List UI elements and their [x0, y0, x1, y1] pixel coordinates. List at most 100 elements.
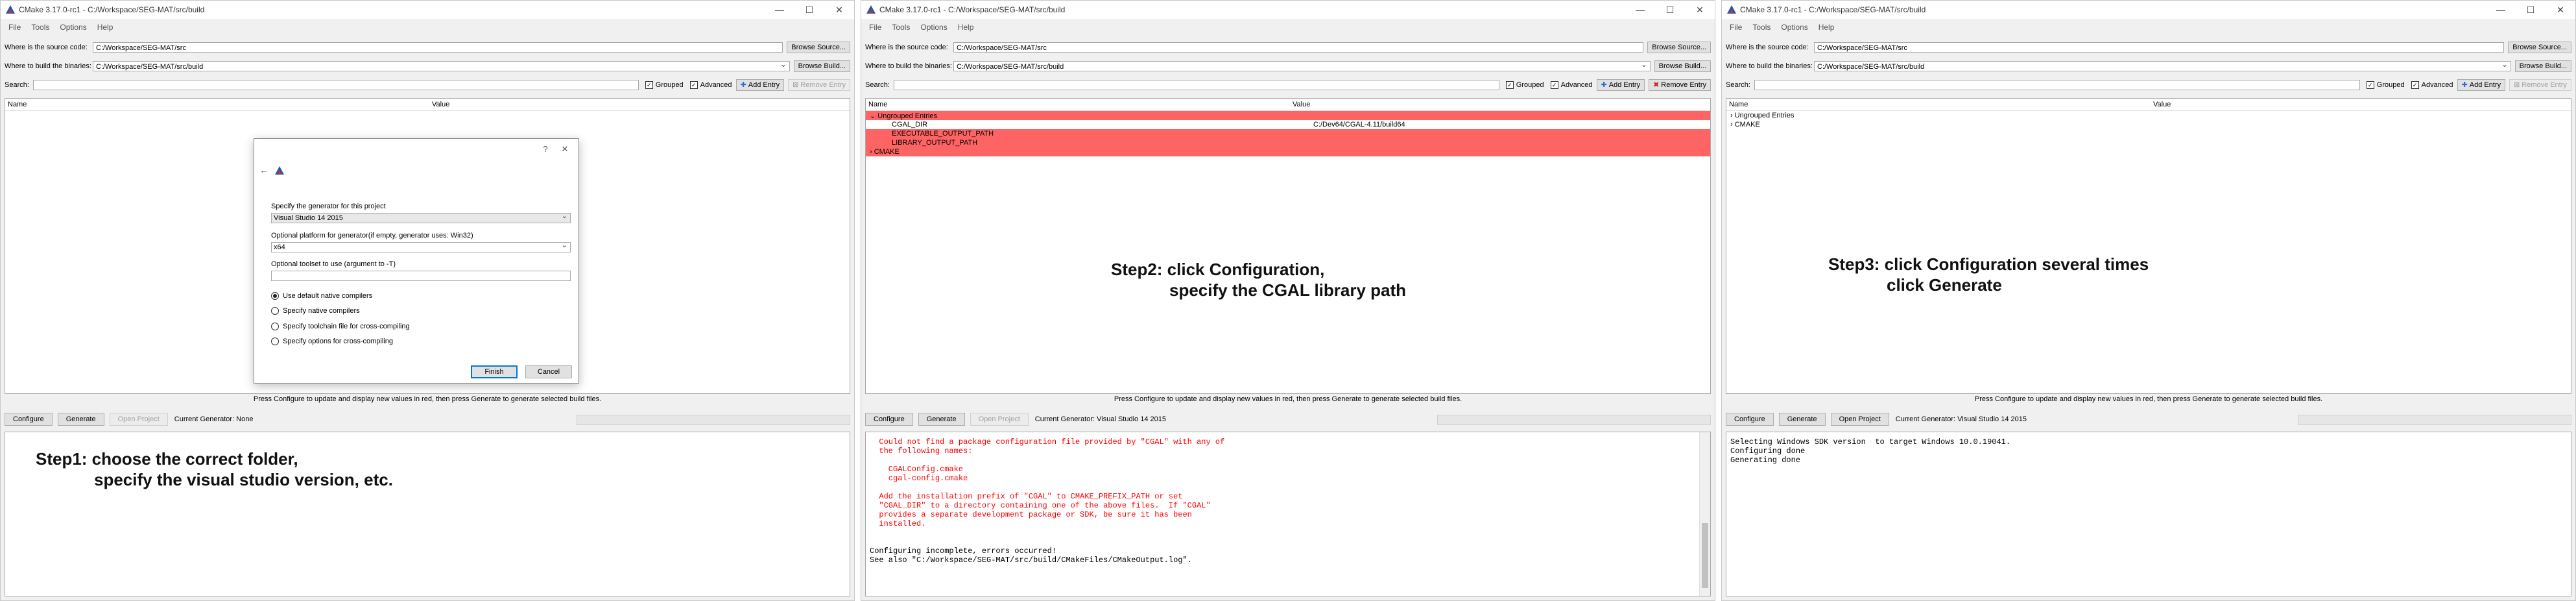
cache-tree: Name Value › Ungrouped Entries › CMAKE	[1726, 98, 2571, 394]
advanced-checkbox[interactable]: ✓ Advanced	[1550, 81, 1593, 89]
tree-row-group[interactable]: ⌄ Ungrouped Entries	[866, 111, 1710, 120]
build-path-input[interactable]: C:/Workspace/SEG-MAT/src/build	[93, 60, 790, 71]
remove-entry-button[interactable]: ✖ Remove Entry	[1649, 79, 1711, 91]
maximize-icon[interactable]: ☐	[2516, 1, 2546, 19]
advanced-checkbox[interactable]: ✓ Advanced	[2411, 81, 2453, 89]
grouped-checkbox[interactable]: ✓ Grouped	[2366, 81, 2405, 89]
checkbox-checked-icon: ✓	[645, 81, 653, 89]
open-project-button[interactable]: Open Project	[970, 413, 1029, 426]
grouped-checkbox[interactable]: ✓ Grouped	[1505, 81, 1544, 89]
search-input[interactable]	[893, 80, 1499, 90]
maximize-icon[interactable]: ☐	[794, 1, 824, 19]
output-line: Configuring done	[1730, 447, 1806, 456]
tree-row-entry[interactable]: EXECUTABLE_OUTPUT_PATH	[866, 129, 1710, 138]
configure-button[interactable]: Configure	[1726, 413, 1774, 426]
open-project-button[interactable]: Open Project	[109, 413, 168, 426]
search-input[interactable]	[1754, 80, 2360, 90]
column-name[interactable]: Name	[1726, 101, 2151, 108]
source-path-input[interactable]: C:/Workspace/SEG-MAT/src	[93, 42, 783, 53]
add-entry-button[interactable]: ✚ Add Entry	[735, 79, 785, 91]
grouped-checkbox[interactable]: ✓ Grouped	[645, 81, 684, 89]
maximize-icon[interactable]: ☐	[1655, 1, 1685, 19]
menu-options[interactable]: Options	[54, 23, 91, 32]
open-project-button[interactable]: Open Project	[1830, 413, 1889, 426]
tree-row-group[interactable]: › Ungrouped Entries	[1726, 111, 2571, 120]
source-row: Where is the source code: C:/Workspace/S…	[865, 41, 1711, 54]
build-path-input[interactable]: C:/Workspace/SEG-MAT/src/build	[953, 60, 1651, 71]
cmake-window-1: CMake 3.17.0-rc1 - C:/Workspace/SEG-MAT/…	[0, 0, 855, 601]
add-entry-button[interactable]: ✚ Add Entry	[1596, 79, 1645, 91]
build-path-input[interactable]: C:/Workspace/SEG-MAT/src/build	[1814, 60, 2511, 71]
close-icon[interactable]: ✕	[1685, 1, 1715, 19]
generator-select[interactable]: Visual Studio 14 2015	[271, 212, 571, 223]
column-value[interactable]: Value	[1290, 101, 1310, 108]
tree-row-entry[interactable]: LIBRARY_OUTPUT_PATH	[866, 138, 1710, 147]
output-line: installed.	[870, 519, 926, 528]
menu-help[interactable]: Help	[953, 23, 979, 32]
scrollbar-thumb[interactable]	[1702, 523, 1708, 588]
source-label: Where is the source code:	[5, 43, 88, 51]
tree-row-group[interactable]: › CMAKE	[866, 147, 1710, 156]
remove-icon: ✖	[1653, 81, 1660, 89]
configure-button[interactable]: Configure	[865, 413, 913, 426]
browse-build-button[interactable]: Browse Build...	[2514, 60, 2571, 72]
tree-row-group[interactable]: › CMAKE	[1726, 120, 2571, 129]
radio-default-compilers[interactable]: Use default native compilers	[271, 292, 372, 300]
add-entry-button[interactable]: ✚ Add Entry	[2457, 79, 2506, 91]
help-icon[interactable]: ?	[536, 144, 555, 154]
output-line: cgal-config.cmake	[870, 474, 968, 483]
radio-native-compilers[interactable]: Specify native compilers	[271, 307, 360, 315]
close-icon[interactable]: ✕	[824, 1, 854, 19]
radio-toolchain-file[interactable]: Specify toolchain file for cross-compili…	[271, 323, 410, 330]
build-label: Where to build the binaries:	[1726, 62, 1813, 70]
remove-entry-button[interactable]: ⊠ Remove Entry	[2509, 79, 2571, 91]
browse-source-button[interactable]: Browse Source...	[787, 42, 850, 53]
tree-row-entry[interactable]: CGAL_DIR C:/Dev64/CGAL-4.11/build64	[866, 120, 1710, 129]
cmake-logo-icon	[6, 5, 15, 14]
menu-bar: File Tools Options Help	[1722, 20, 1839, 34]
menu-help[interactable]: Help	[92, 23, 119, 32]
browse-build-button[interactable]: Browse Build...	[793, 60, 850, 72]
generate-button[interactable]: Generate	[1778, 413, 1826, 426]
cancel-button[interactable]: Cancel	[525, 365, 572, 378]
output-scrollbar[interactable]	[1699, 432, 1710, 596]
platform-select[interactable]: x64	[271, 241, 571, 252]
menu-tools[interactable]: Tools	[26, 23, 54, 32]
column-value[interactable]: Value	[2151, 101, 2171, 108]
source-path-input[interactable]: C:/Workspace/SEG-MAT/src	[1814, 42, 2505, 53]
minimize-icon[interactable]: —	[2486, 1, 2516, 19]
search-input[interactable]	[32, 80, 639, 90]
advanced-checkbox[interactable]: ✓ Advanced	[689, 81, 732, 89]
minimize-icon[interactable]: —	[1625, 1, 1655, 19]
radio-cross-options[interactable]: Specify options for cross-compiling	[271, 337, 393, 345]
browse-source-button[interactable]: Browse Source...	[2508, 42, 2571, 53]
back-arrow-icon[interactable]: ←	[259, 165, 268, 175]
build-row: Where to build the binaries: C:/Workspac…	[1726, 60, 2571, 73]
title-bar: CMake 3.17.0-rc1 - C:/Workspace/SEG-MAT/…	[1722, 1, 2575, 19]
finish-button[interactable]: Finish	[471, 365, 518, 378]
minimize-icon[interactable]: —	[765, 1, 794, 19]
menu-file[interactable]: File	[3, 23, 26, 32]
close-icon[interactable]: ✕	[2546, 1, 2575, 19]
column-name[interactable]: Name	[866, 101, 1290, 108]
toolset-input[interactable]	[271, 271, 571, 281]
configure-button[interactable]: Configure	[5, 413, 53, 426]
browse-build-button[interactable]: Browse Build...	[1654, 60, 1711, 72]
generate-button[interactable]: Generate	[57, 413, 104, 426]
column-value[interactable]: Value	[429, 101, 449, 108]
browse-source-button[interactable]: Browse Source...	[1647, 42, 1711, 53]
remove-entry-button[interactable]: ⊠ Remove Entry	[788, 79, 850, 91]
menu-tools[interactable]: Tools	[887, 23, 915, 32]
source-path-input[interactable]: C:/Workspace/SEG-MAT/src	[953, 42, 1644, 53]
menu-file[interactable]: File	[864, 23, 887, 32]
menu-options[interactable]: Options	[1776, 23, 1813, 32]
column-name[interactable]: Name	[5, 101, 429, 108]
generate-button[interactable]: Generate	[918, 413, 965, 426]
output-line: Could not find a package configuration f…	[870, 437, 1225, 447]
menu-help[interactable]: Help	[1813, 23, 1840, 32]
menu-tools[interactable]: Tools	[1747, 23, 1776, 32]
menu-options[interactable]: Options	[915, 23, 952, 32]
dialog-close-icon[interactable]: ✕	[555, 144, 575, 154]
radio-icon	[271, 323, 279, 330]
menu-file[interactable]: File	[1724, 23, 1747, 32]
